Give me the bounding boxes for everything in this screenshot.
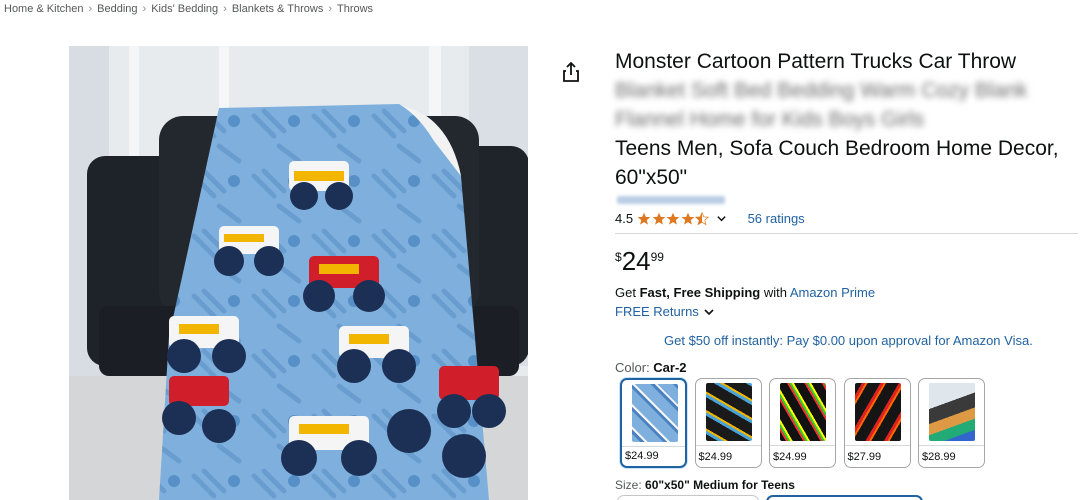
breadcrumb-bedding[interactable]: Bedding (97, 3, 137, 15)
shipping-info: Get Fast, Free Shipping with Amazon Prim… (615, 285, 875, 300)
breadcrumb-throws[interactable]: Throws (337, 3, 373, 15)
color-swatch-3[interactable]: $24.99 (769, 378, 836, 468)
color-swatch-5[interactable]: $28.99 (918, 378, 985, 468)
half-star-icon (695, 211, 710, 225)
product-title-line5: 60"x50" (615, 166, 688, 189)
breadcrumb-home-kitchen[interactable]: Home & Kitchen (4, 3, 83, 15)
store-link[interactable] (617, 196, 725, 204)
breadcrumb-separator: › (142, 3, 147, 15)
swatch-thumbnail (780, 383, 826, 441)
shipping-middle: with (760, 285, 790, 300)
size-option-1[interactable] (617, 495, 759, 500)
swatch-price: $24.99 (698, 451, 733, 463)
ratings-count-link[interactable]: 56 ratings (748, 211, 805, 226)
swatch-price: $28.99 (922, 451, 956, 463)
size-label: Size: 60"x50" Medium for Teens (615, 478, 795, 492)
product-title-line1: Monster Cartoon Pattern Trucks Car Throw (615, 50, 1017, 73)
size-options (617, 495, 928, 500)
color-swatch-2[interactable]: $24.99 (694, 378, 762, 468)
star-icon (637, 212, 651, 225)
color-swatches: $24.99 $24.99 $24.99 $27.99 $28.99 (620, 378, 993, 468)
visa-offer-link[interactable]: Get $50 off instantly: Pay $0.00 upon ap… (664, 333, 1033, 348)
breadcrumb-separator: › (328, 3, 332, 15)
swatch-price: $24.99 (625, 450, 659, 462)
swatch-divider (622, 446, 685, 447)
price-symbol: $ (615, 250, 622, 264)
price-whole: 24 (621, 246, 651, 276)
amazon-prime-link[interactable]: Amazon Prime (790, 285, 875, 300)
shipping-bold: Fast, Free Shipping (639, 285, 761, 300)
blanket-on-couch-image (69, 46, 528, 500)
rating-row: 4.5 56 ratings (615, 211, 805, 226)
divider (615, 233, 1078, 234)
product-title-line2: Blanket Soft Bed Bedding Warm Cozy Blank (615, 79, 1028, 102)
size-option-2[interactable] (766, 495, 923, 500)
product-title-line4: Teens Men, Sofa Couch Bedroom Home Decor… (615, 137, 1059, 160)
swatch-divider (695, 445, 761, 446)
price-fraction: 99 (650, 250, 664, 264)
free-returns-label: FREE Returns (615, 304, 699, 319)
star-rating[interactable] (637, 211, 710, 226)
breadcrumb-separator: › (223, 3, 227, 15)
breadcrumb-blankets-throws[interactable]: Blankets & Throws (232, 3, 324, 15)
share-icon[interactable] (561, 61, 581, 83)
swatch-divider (919, 445, 984, 446)
star-icon (681, 212, 694, 225)
breadcrumb-kids-bedding[interactable]: Kids' Bedding (151, 3, 218, 15)
color-label-prefix: Color: (615, 360, 654, 375)
price: $ 24 99 (615, 246, 664, 276)
size-selected-value: 60"x50" Medium for Teens (645, 478, 795, 492)
color-label: Color: Car-2 (615, 360, 687, 375)
star-icon (666, 212, 680, 225)
color-selected-value: Car-2 (653, 360, 687, 375)
chevron-down-icon[interactable] (716, 213, 727, 224)
chevron-down-icon (704, 308, 714, 315)
breadcrumb: Home & Kitchen › Bedding › Kids' Bedding › Bla… (4, 3, 373, 15)
rating-value: 4.5 (615, 211, 634, 226)
product-title-line3: Flannel Home for Kids Boys Girls (615, 108, 925, 131)
swatch-thumbnail (929, 383, 975, 441)
color-swatch-4[interactable]: $27.99 (843, 378, 911, 468)
swatch-price: $27.99 (847, 451, 882, 463)
shipping-prefix: Get (615, 285, 640, 300)
main-product-image[interactable] (69, 46, 528, 500)
color-swatch-1[interactable]: $24.99 (620, 378, 687, 468)
star-icon (652, 212, 665, 225)
swatch-divider (844, 445, 910, 446)
swatch-thumbnail (705, 383, 752, 441)
swatch-thumbnail (854, 383, 901, 441)
swatch-price: $24.99 (773, 451, 807, 463)
size-label-prefix: Size: (615, 478, 646, 492)
swatch-divider (770, 445, 835, 446)
swatch-thumbnail (632, 384, 678, 442)
free-returns-link[interactable]: FREE Returns (615, 304, 715, 319)
breadcrumb-separator: › (88, 3, 93, 15)
product-title: Monster Cartoon Pattern Trucks Car Throw… (615, 47, 1075, 192)
